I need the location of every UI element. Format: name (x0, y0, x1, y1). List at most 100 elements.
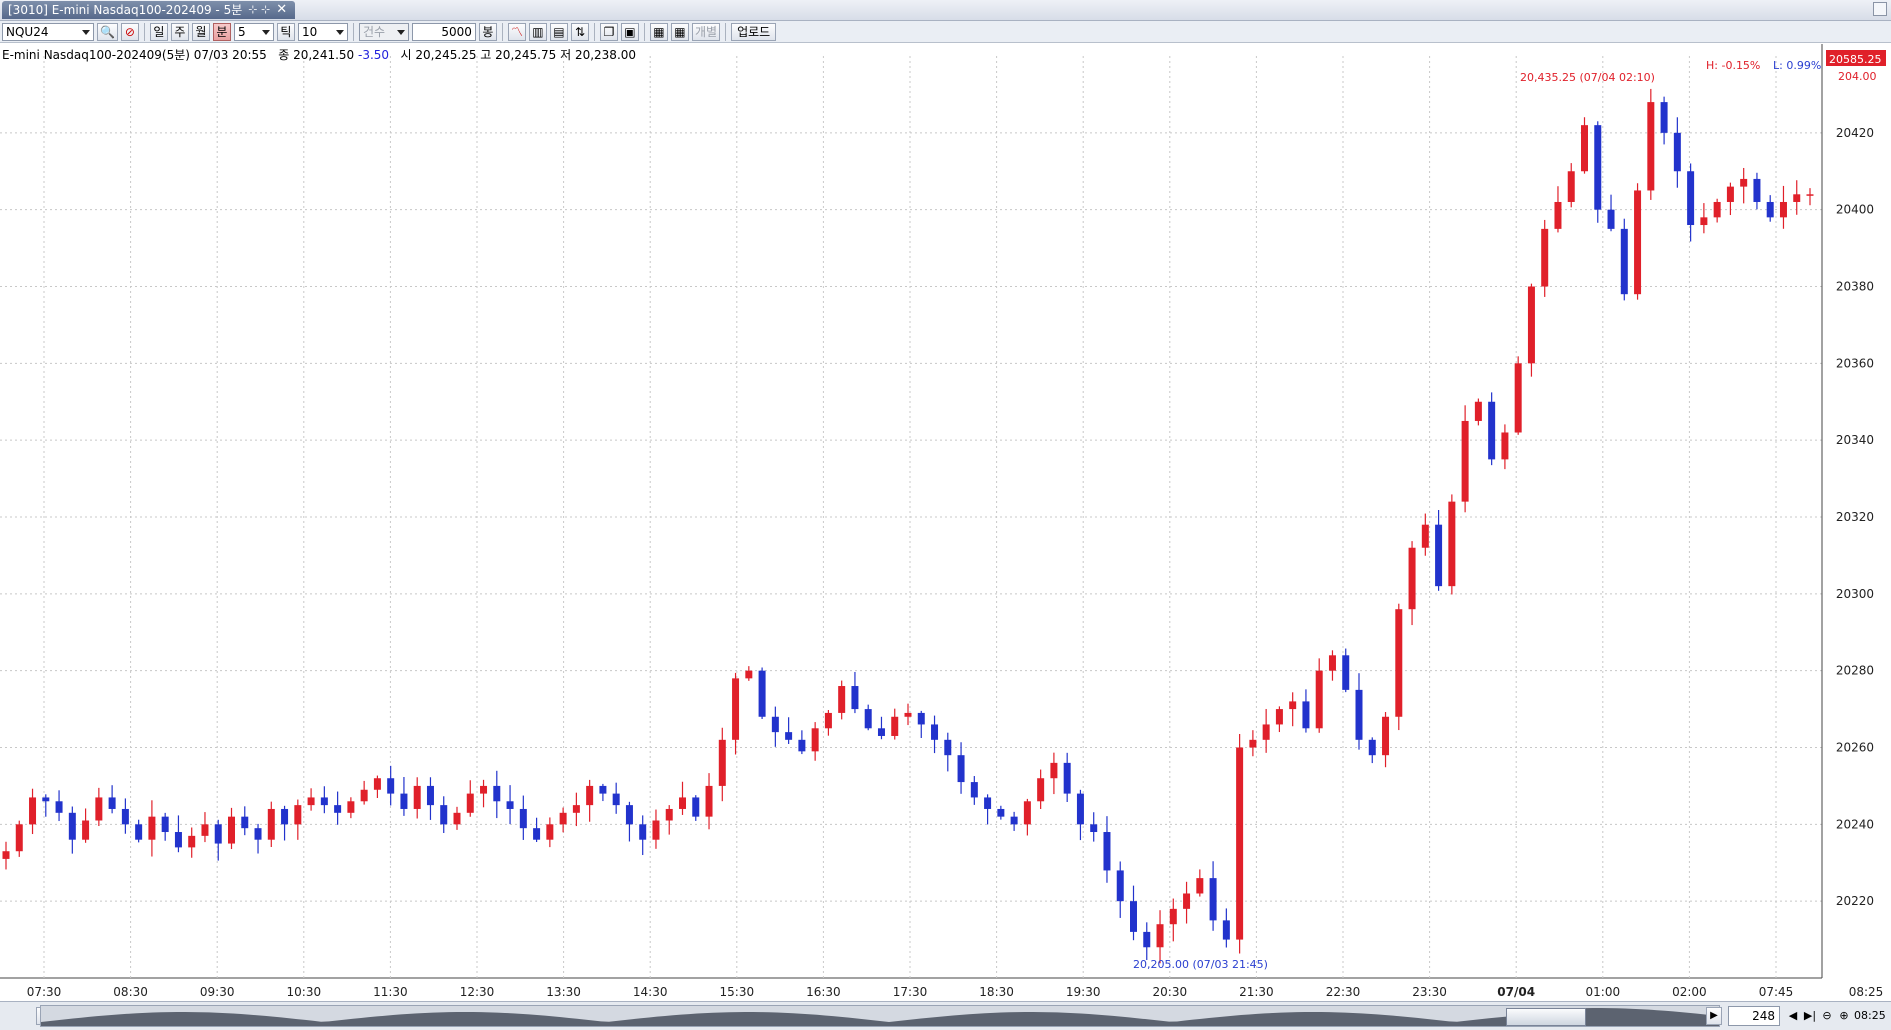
table-button[interactable]: ▦ (670, 22, 689, 41)
candle-body (1143, 931, 1151, 948)
zoom-in-icon[interactable]: ⊕ (1837, 1008, 1851, 1024)
step-prev-icon[interactable]: ◀ (1786, 1008, 1800, 1024)
candle-body (1488, 401, 1496, 460)
candle-body (692, 797, 700, 817)
candle-body (1289, 701, 1297, 710)
candle-body (42, 797, 50, 802)
search-clear-icon: ⊘ (124, 24, 135, 39)
candle-body (586, 785, 594, 806)
candle-body (559, 812, 567, 825)
candle-chart-button[interactable]: ▤ (549, 22, 568, 41)
period-day-button[interactable]: 일 (149, 22, 168, 41)
close-icon[interactable]: ✕ (276, 1, 287, 19)
y-tick-label: 20400 (1836, 203, 1874, 217)
chart-scrollbar[interactable]: ◀ ▶ 248 ◀ ▶| ⊖ ⊕ 08:25 (0, 1001, 1891, 1030)
line-chart-button[interactable]: 〽 (507, 22, 526, 41)
tick-button[interactable]: 틱 (276, 22, 295, 41)
compare-icon: ⇅ (574, 24, 585, 39)
interval-value: 5 (237, 24, 246, 39)
chevron-down-icon (261, 29, 270, 35)
candle-body (1421, 524, 1429, 548)
candle-body (1607, 209, 1615, 229)
candle-body (639, 824, 647, 840)
symbol-combo[interactable]: NQU24 (2, 22, 94, 41)
scroll-track[interactable] (40, 1005, 1720, 1027)
paste-button[interactable]: ▣ (620, 22, 639, 41)
bar-chart-button[interactable]: ▥ (528, 22, 547, 41)
candle-body (1050, 762, 1058, 779)
x-tick-label: 01:00 (1586, 985, 1621, 999)
candle-body (15, 824, 23, 852)
candle-body (718, 739, 726, 786)
window-titlebar: [3010] E-mini Nasdaq100-202409 - 5분 ⊹ ⊹ … (0, 0, 1891, 21)
candlestick-chart[interactable]: 20220 20240 20260 20280 20300 20320 20340 20360… (0, 44, 1891, 1001)
period-week-button[interactable]: 주 (170, 22, 189, 41)
window-pin-controls[interactable]: ⊹ ⊹ (248, 1, 270, 19)
y-tick-label: 20220 (1836, 894, 1874, 908)
candle-body (1023, 801, 1031, 825)
toolbar-divider (501, 22, 503, 41)
scroll-thumb[interactable] (1506, 1008, 1586, 1026)
y-tick-label: 20420 (1836, 126, 1874, 140)
candle-body (519, 808, 527, 829)
individual-button[interactable]: 개별 (691, 22, 721, 41)
x-tick-label: 19:30 (1066, 985, 1101, 999)
compare-button[interactable]: ⇅ (570, 22, 589, 41)
candle-body (798, 739, 806, 752)
bars-input[interactable]: 5000 (411, 22, 476, 41)
price-box-sub-label: 204.00 (1838, 70, 1877, 83)
candle-body (201, 824, 209, 836)
step-last-icon[interactable]: ▶| (1803, 1008, 1817, 1024)
interval-combo[interactable]: 5 (233, 22, 274, 41)
bar-count-field[interactable]: 248 (1728, 1006, 1780, 1026)
candle-body (1103, 832, 1111, 871)
candle-body (1037, 778, 1045, 802)
candle-body (1196, 878, 1204, 894)
candle-body (533, 828, 541, 840)
candle-body (1713, 201, 1721, 218)
candle-body (984, 797, 992, 809)
candle-body (148, 816, 156, 840)
indicator-icon: ▦ (653, 24, 665, 39)
indicator-button[interactable]: ▦ (649, 22, 668, 41)
candle-body (1395, 609, 1403, 717)
candle-body (1435, 524, 1443, 587)
candle-body (1249, 739, 1257, 748)
upload-button[interactable]: 업로드 (731, 22, 777, 41)
candle-body (838, 686, 846, 713)
count-combo[interactable]: 건수 (358, 22, 409, 41)
tick-combo[interactable]: 10 (297, 22, 348, 41)
period-minute-button[interactable]: 분 (212, 22, 231, 41)
bars-unit-button[interactable]: 봉 (478, 22, 497, 41)
candle-body (307, 797, 315, 806)
candle-body (334, 805, 342, 813)
bars-value: 5000 (441, 24, 472, 39)
candle-body (373, 778, 381, 790)
search-button[interactable]: 🔍 (97, 22, 118, 41)
period-month-button[interactable]: 월 (191, 22, 210, 41)
candle-body (1169, 908, 1177, 925)
x-tick-label: 13:30 (546, 985, 581, 999)
candle-body (785, 732, 793, 740)
x-tick-label: 07/04 (1497, 985, 1535, 999)
candle-body (877, 728, 885, 736)
candle-body (135, 824, 143, 840)
candle-body (732, 678, 740, 740)
scroll-right-button[interactable]: ▶ (1706, 1007, 1722, 1025)
minimize-button[interactable] (1873, 2, 1887, 16)
candle-body (652, 820, 660, 840)
high-pct-label: H: -0.15% (1706, 59, 1760, 72)
candle-body (1673, 132, 1681, 172)
candle-body (1740, 178, 1748, 187)
copy-button[interactable]: ❐ (599, 22, 618, 41)
candle-body (1567, 171, 1575, 202)
candle-body (506, 801, 514, 809)
candle-body (1315, 670, 1323, 729)
candle-body (1448, 501, 1456, 587)
x-tick-label: 09:30 (200, 985, 235, 999)
candle-body (1527, 286, 1535, 364)
window-tab[interactable]: [3010] E-mini Nasdaq100-202409 - 5분 ⊹ ⊹ … (2, 1, 296, 19)
zoom-out-icon[interactable]: ⊖ (1820, 1008, 1834, 1024)
search-reset-button[interactable]: ⊘ (120, 22, 139, 41)
chart-toolbar: NQU24 🔍 ⊘ 일 주 월 분 5 틱 10 건수 5000 봉 〽 ▥ ▤… (0, 21, 1891, 43)
